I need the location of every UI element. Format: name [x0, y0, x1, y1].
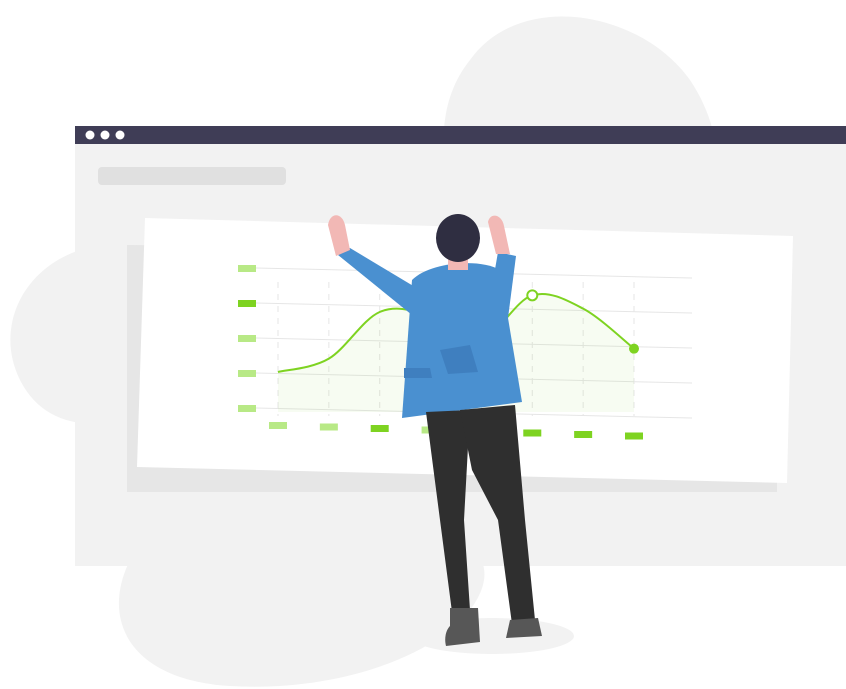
y-tick-label: [238, 300, 256, 307]
dot-1: [85, 130, 95, 140]
x-tick-label: [574, 431, 593, 438]
illustration: [10, 16, 846, 687]
dots-icon: [85, 130, 125, 140]
x-tick-label: [319, 423, 338, 431]
placeholder-bar: [98, 167, 286, 185]
y-tick-label: [238, 335, 256, 342]
dot-2: [100, 130, 110, 140]
x-tick-label: [269, 422, 287, 429]
y-tick-label: [238, 370, 256, 377]
right-shoe: [506, 618, 542, 638]
dot-3: [115, 130, 125, 140]
pocket: [404, 368, 432, 378]
head: [436, 214, 480, 262]
window-title-bar: [75, 126, 846, 144]
data-point-highlight: [526, 289, 539, 302]
floor-shadow: [410, 618, 574, 654]
x-tick-label: [523, 429, 542, 437]
data-point-end: [629, 343, 639, 354]
left-shoe: [445, 608, 480, 646]
y-tick-label: [238, 405, 256, 412]
x-tick-label: [625, 432, 643, 440]
x-tick-label: [370, 425, 389, 432]
y-tick-label: [238, 265, 256, 272]
